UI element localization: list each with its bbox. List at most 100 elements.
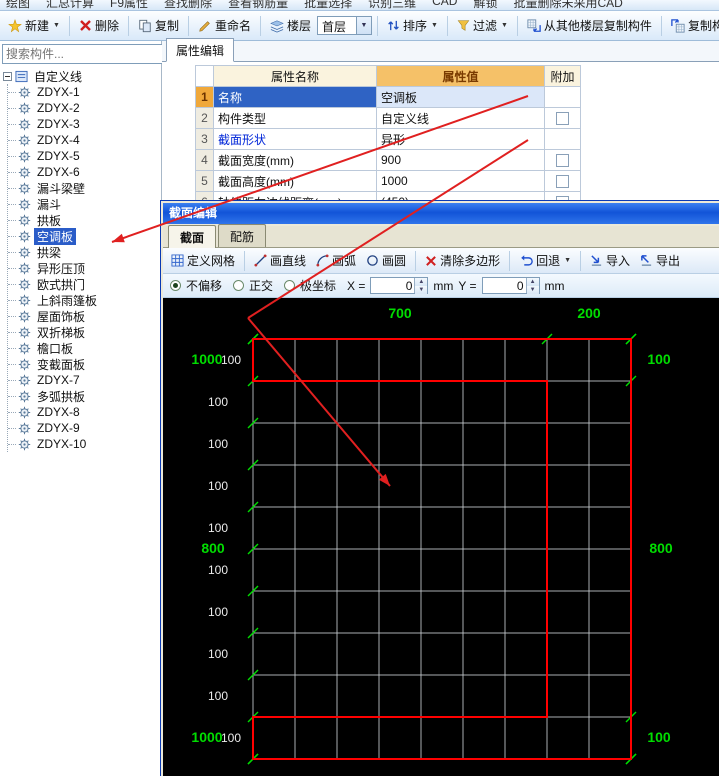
property-name[interactable]: 名称 xyxy=(213,86,377,108)
tree-item[interactable]: ZDYX-9 xyxy=(8,420,161,436)
property-value[interactable]: 1000 xyxy=(376,170,545,192)
tree-item[interactable]: 空调板 xyxy=(8,227,161,245)
undo-button[interactable]: 回退 ▼ xyxy=(515,250,575,271)
grid-row-label: 100 xyxy=(208,479,228,493)
toolbar-separator xyxy=(516,15,518,36)
tree-item-label: 漏斗 xyxy=(37,197,62,212)
tree-item[interactable]: 檐口板 xyxy=(8,340,161,356)
property-value[interactable]: 异形 xyxy=(376,128,545,150)
clear-polygon-button[interactable]: 清除多边形 xyxy=(421,250,504,271)
extra-checkbox[interactable] xyxy=(556,175,569,189)
draw-circle-button[interactable]: 画圆 xyxy=(362,250,410,271)
clipped-toolbar-item[interactable]: 汇总计算 xyxy=(46,0,94,10)
property-name[interactable]: 截面宽度(mm) xyxy=(213,149,377,171)
property-value[interactable]: 空调板 xyxy=(376,86,545,108)
floor-button[interactable]: 楼层 xyxy=(266,15,315,36)
tab-reinforcement[interactable]: 配筋 xyxy=(218,224,267,247)
tree-item[interactable]: ZDYX-4 xyxy=(8,132,161,148)
extra-checkbox[interactable] xyxy=(556,112,569,126)
tree-item[interactable]: ZDYX-10 xyxy=(8,436,161,452)
tree-item-label: 檐口板 xyxy=(37,341,74,356)
sort-button[interactable]: 排序 ▼ xyxy=(383,15,442,36)
tree-items: ZDYX-1 ZDYX-2 ZDYX-3 ZDYX-4 ZDYX-5 ZDYX-6 漏斗梁壁… xyxy=(7,84,161,452)
tab-section[interactable]: 截面 xyxy=(168,225,217,248)
clipped-toolbar-item[interactable]: 批量选择 xyxy=(304,0,352,10)
tree-item[interactable]: ZDYX-3 xyxy=(8,116,161,132)
toolbar-separator xyxy=(415,250,417,271)
tree-root[interactable]: 自定义线 xyxy=(0,68,161,84)
import-button[interactable]: 导入 xyxy=(586,250,634,271)
dialog-tabbar: 截面 配筋 xyxy=(163,224,719,248)
radio-polar[interactable] xyxy=(284,280,296,291)
floor-select[interactable]: 首层 ▼ xyxy=(317,16,373,35)
tree-item[interactable]: 漏斗梁壁 xyxy=(8,180,161,196)
clipped-toolbar-item[interactable]: 查看钢筋量 xyxy=(228,0,288,10)
tree-item[interactable]: 拱板 xyxy=(8,212,161,228)
grid-row-label: 100 xyxy=(208,521,228,535)
row-number: 4 xyxy=(195,149,214,171)
property-name[interactable]: 构件类型 xyxy=(213,107,377,129)
tree-item[interactable]: ZDYX-2 xyxy=(8,100,161,116)
collapse-icon[interactable] xyxy=(3,71,12,81)
clipped-toolbar-item[interactable]: 批量删除未采用CAD xyxy=(513,0,622,10)
tree-item[interactable]: ZDYX-8 xyxy=(8,404,161,420)
clipped-toolbar-item[interactable]: 识别三维 xyxy=(368,0,416,10)
filter-button[interactable]: 过滤 ▼ xyxy=(453,15,512,36)
tree-item[interactable]: 拱梁 xyxy=(8,244,161,260)
tree-item-label: 异形压顶 xyxy=(37,261,86,276)
property-value[interactable]: 自定义线 xyxy=(376,107,545,129)
tree-item[interactable]: 双折梯板 xyxy=(8,324,161,340)
tab-property-editor[interactable]: 属性编辑 xyxy=(166,38,235,62)
tree-item[interactable]: 异形压顶 xyxy=(8,260,161,276)
tree-item-label: 拱板 xyxy=(37,213,62,228)
delete-button[interactable]: 删除 xyxy=(75,15,123,36)
tree-item-label: 空调板 xyxy=(34,227,77,245)
property-name[interactable]: 截面高度(mm) xyxy=(213,170,377,192)
tree-item[interactable]: ZDYX-5 xyxy=(8,148,161,164)
stepper-arrows-icon[interactable]: ▲ ▼ xyxy=(414,278,428,294)
extra-checkbox[interactable] xyxy=(556,154,569,168)
grid-row-label: 100 xyxy=(208,689,228,703)
x-coordinate-stepper[interactable]: 0 ▲ ▼ xyxy=(370,277,429,294)
tree-item[interactable]: 变截面板 xyxy=(8,356,161,372)
define-grid-button[interactable]: 定义网格 xyxy=(167,250,239,271)
clipped-toolbar-item[interactable]: CAD xyxy=(432,0,457,10)
property-name[interactable]: 截面形状 xyxy=(213,128,377,150)
rename-button[interactable]: 重命名 xyxy=(194,15,255,36)
tree-item[interactable]: ZDYX-1 xyxy=(8,84,161,100)
tree-item[interactable]: 上斜雨篷板 xyxy=(8,292,161,308)
tree-item[interactable]: 屋面饰板 xyxy=(8,308,161,324)
dialog-titlebar[interactable]: 截面编辑 xyxy=(163,203,719,224)
radio-orthogonal[interactable] xyxy=(233,280,245,291)
copy-button[interactable]: 复制 xyxy=(134,15,183,36)
draw-arc-button[interactable]: 画弧 xyxy=(312,250,360,271)
tree-item[interactable]: 欧式拱门 xyxy=(8,276,161,292)
undo-label: 回退 xyxy=(536,254,561,268)
search-input[interactable] xyxy=(2,44,165,64)
clipped-toolbar-item[interactable]: F9属性 xyxy=(110,0,148,10)
clipped-toolbar-item[interactable]: 绘图 xyxy=(6,0,30,10)
stepper-arrows-icon[interactable]: ▲ ▼ xyxy=(525,278,539,294)
tree-item-label: ZDYX-9 xyxy=(37,421,80,435)
copy-from-floor-button[interactable]: 从其他楼层复制构件 xyxy=(523,15,656,36)
chevron-down-icon[interactable]: ▼ xyxy=(356,17,372,34)
tree-item[interactable]: 多弧拱板 xyxy=(8,388,161,404)
clipped-toolbar-item[interactable]: 查找删除 xyxy=(164,0,212,10)
section-canvas[interactable]: 700 200 1000 800 1000 100 800 100 100 100 100 100 10… xyxy=(163,298,719,776)
tree-item[interactable]: 漏斗 xyxy=(8,196,161,212)
copy-to-floor-button[interactable]: 复制构件到其他楼层 xyxy=(667,15,719,36)
new-button[interactable]: 新建 ▼ xyxy=(4,15,64,36)
grid-icon xyxy=(171,254,184,267)
tree-item[interactable]: ZDYX-6 xyxy=(8,164,161,180)
clipped-toolbar-item[interactable]: 解锁 xyxy=(473,0,497,10)
y-coordinate-stepper[interactable]: 0 ▲ ▼ xyxy=(481,277,540,294)
y-coordinate-label: Y = xyxy=(458,278,477,293)
component-icon xyxy=(18,86,31,98)
delete-label: 删除 xyxy=(94,19,119,33)
draw-line-button[interactable]: 画直线 xyxy=(250,250,310,271)
export-button[interactable]: 导出 xyxy=(636,250,684,271)
y-coordinate-value: 0 xyxy=(516,279,524,293)
tree-item[interactable]: ZDYX-7 xyxy=(8,372,161,388)
property-value[interactable]: 900 xyxy=(376,149,545,171)
radio-no-offset[interactable] xyxy=(170,280,181,291)
